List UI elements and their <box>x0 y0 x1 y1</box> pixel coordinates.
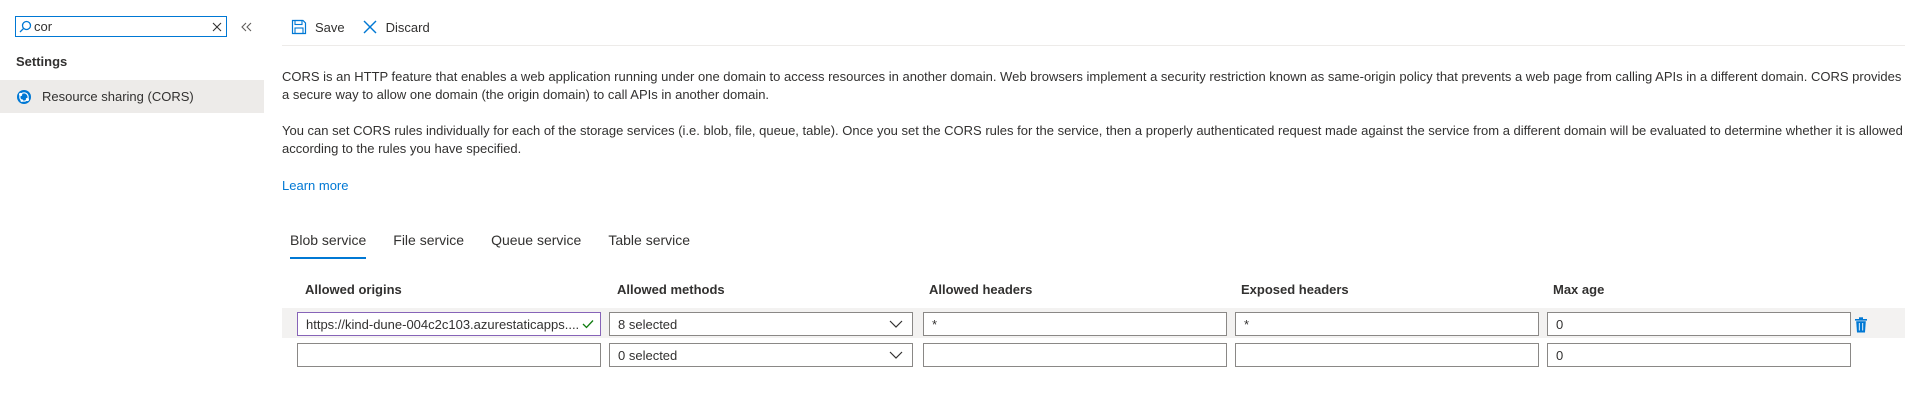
delete-icon[interactable] <box>1853 317 1869 333</box>
discard-button[interactable]: Discard <box>353 14 438 40</box>
tab-file-service[interactable]: File service <box>393 232 464 262</box>
tab-table-service[interactable]: Table service <box>608 232 690 262</box>
sidebar-item-label: Resource sharing (CORS) <box>42 89 194 104</box>
search-input[interactable] <box>32 17 210 36</box>
table-row: 0 selected 0 <box>282 339 1905 369</box>
table-row: https://kind-dune-004c2c103.azurestatica… <box>282 308 1905 338</box>
allowed-headers-value: * <box>932 316 938 332</box>
column-header-allowed-headers: Allowed headers <box>929 282 1033 297</box>
allowed-methods-value: 0 selected <box>618 347 678 363</box>
cors-description: CORS is an HTTP feature that enables a w… <box>282 69 1902 102</box>
tab-blob-service[interactable]: Blob service <box>290 232 367 262</box>
save-label: Save <box>315 19 345 35</box>
allowed-origins-input[interactable]: https://kind-dune-004c2c103.azurestatica… <box>297 312 601 336</box>
allowed-origins-value: https://kind-dune-004c2c103.azurestatica… <box>306 316 580 332</box>
column-header-allowed-methods: Allowed methods <box>617 282 725 297</box>
max-age-input[interactable]: 0 <box>1547 343 1851 367</box>
settings-group-title: Settings <box>16 54 68 69</box>
allowed-methods-dropdown[interactable]: 0 selected <box>609 343 913 367</box>
cors-rules-description: You can set CORS rules individually for … <box>282 123 1903 156</box>
learn-more-link[interactable]: Learn more <box>282 178 348 193</box>
allowed-headers-input[interactable] <box>923 343 1227 367</box>
column-header-exposed-headers: Exposed headers <box>1241 282 1349 297</box>
sidebar-item-cors[interactable]: Resource sharing (CORS) <box>0 80 264 113</box>
allowed-headers-input[interactable]: * <box>923 312 1227 336</box>
exposed-headers-input[interactable] <box>1235 343 1539 367</box>
allowed-origins-input[interactable] <box>297 343 601 367</box>
double-chevron-left-icon[interactable] <box>238 16 256 37</box>
exposed-headers-input[interactable]: * <box>1235 312 1539 336</box>
toolbar: Save Discard <box>282 14 438 40</box>
search-icon <box>18 17 32 36</box>
close-icon[interactable] <box>210 17 224 36</box>
exposed-headers-value: * <box>1244 316 1250 332</box>
allowed-methods-dropdown[interactable]: 8 selected <box>609 312 913 336</box>
save-icon <box>290 18 308 36</box>
column-header-allowed-origins: Allowed origins <box>305 282 402 297</box>
discard-icon <box>361 18 379 36</box>
max-age-input[interactable]: 0 <box>1547 312 1851 336</box>
cors-globe-icon <box>15 88 32 105</box>
allowed-methods-value: 8 selected <box>618 316 678 332</box>
tab-queue-service[interactable]: Queue service <box>491 232 581 262</box>
max-age-value: 0 <box>1556 347 1564 363</box>
service-tabs: Blob service File service Queue service … <box>290 232 717 262</box>
settings-sidebar: Settings Resource sharing (CORS) <box>0 0 264 400</box>
cors-main-panel: Save Discard CORS is an HTTP feature tha… <box>282 0 1905 400</box>
search-box[interactable] <box>15 16 227 37</box>
toolbar-divider <box>282 45 1905 46</box>
save-button[interactable]: Save <box>282 14 353 40</box>
column-header-max-age: Max age <box>1553 282 1605 297</box>
chevron-down-icon <box>886 320 906 328</box>
chevron-down-icon <box>886 351 906 359</box>
max-age-value: 0 <box>1556 316 1564 332</box>
discard-label: Discard <box>385 19 430 35</box>
checkmark-icon <box>580 319 596 329</box>
